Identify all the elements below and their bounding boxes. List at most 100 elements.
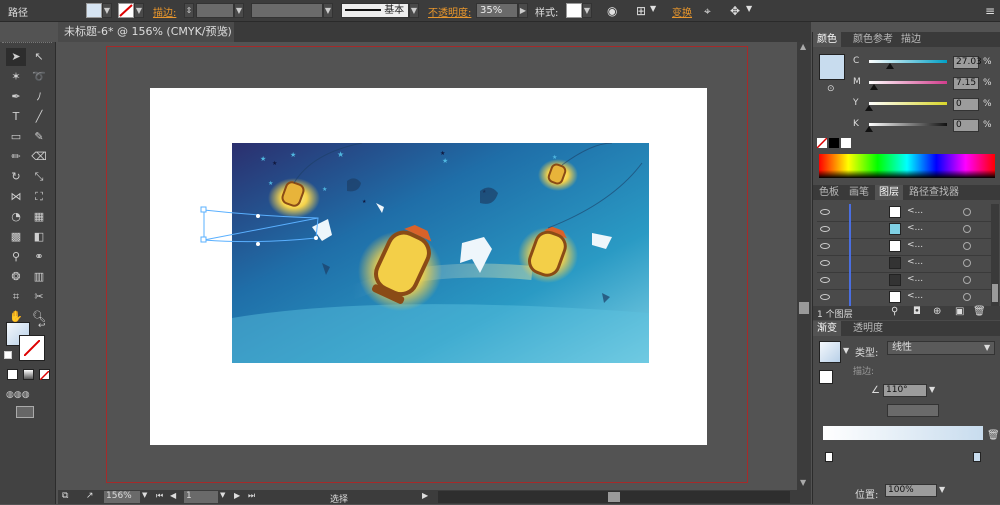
recolor-icon[interactable]: ◉ [607, 4, 617, 18]
arrange-dropdown-icon[interactable]: ▼ [746, 4, 752, 13]
scale-tool-icon[interactable]: ⤡ [29, 168, 49, 186]
pen-tool-icon[interactable]: ✒ [6, 88, 26, 106]
tab-pathfinder[interactable]: 路径查找器 [905, 185, 963, 200]
tab-color-guide[interactable]: 颜色参考 [849, 32, 897, 47]
graphic-style-dropdown[interactable]: ▼ [582, 3, 592, 18]
opacity-dropdown[interactable]: ▶ [518, 3, 528, 18]
stroke-label[interactable]: 描边: [153, 4, 176, 19]
layer-row[interactable]: <... [817, 289, 995, 307]
channel-slider-knob[interactable] [870, 84, 879, 90]
tab-layers[interactable]: 图层 [875, 185, 903, 200]
opacity-label[interactable]: 不透明度: [428, 4, 471, 19]
angle-field[interactable]: 110° [883, 384, 927, 397]
panel-menu-icon[interactable]: ≡ [985, 4, 995, 18]
brush-style-field[interactable]: 基本 [341, 3, 409, 18]
align-icon[interactable]: ⊞ [636, 4, 646, 18]
fill-swatch[interactable] [86, 3, 102, 18]
blend-tool-icon[interactable]: ⚭ [29, 248, 49, 266]
layers-scroll-thumb[interactable] [992, 284, 998, 302]
target-circle-icon[interactable] [963, 293, 971, 301]
color-panel-fill-box[interactable] [819, 54, 845, 80]
channel-slider-track[interactable] [869, 81, 947, 84]
magic-wand-tool-icon[interactable]: ✶ [6, 68, 26, 86]
isolate-icon[interactable]: ⌖ [704, 4, 711, 19]
visibility-eye-icon[interactable] [820, 294, 830, 300]
gradient-annotator-icon[interactable] [198, 204, 338, 264]
draw-normal-icon[interactable]: ◍◍◍ [6, 386, 30, 404]
channel-slider-track[interactable] [869, 102, 947, 105]
free-transform-tool-icon[interactable]: ⛶ [29, 188, 49, 206]
share-icon[interactable]: ↗ [86, 491, 94, 501]
width-tool-icon[interactable]: ⋈ [6, 188, 26, 206]
out-of-gamut-icon[interactable]: ⊙ [827, 84, 835, 94]
new-sublayer-icon[interactable]: ⊕ [933, 306, 941, 317]
swap-fill-stroke-icon[interactable]: ↩ [38, 321, 46, 331]
line-tool-icon[interactable]: ╱ [29, 108, 49, 126]
align-dropdown-icon[interactable]: ▼ [650, 4, 656, 13]
prev-artboard-icon[interactable]: ◀ [170, 491, 176, 500]
horizontal-scrollbar[interactable] [438, 491, 790, 503]
zoom-field[interactable]: 156% [104, 491, 140, 503]
column-graph-tool-icon[interactable]: ▥ [29, 268, 49, 286]
stroke-swatch[interactable] [118, 3, 134, 18]
tab-stroke[interactable]: 描边 [897, 32, 925, 47]
stroke-weight-field[interactable] [196, 3, 234, 18]
document-tab[interactable]: 未标题-6* @ 156% (CMYK/预览) × [58, 22, 234, 42]
gradient-fill-preview[interactable] [819, 341, 841, 363]
arrange-icon[interactable]: ✥ [730, 4, 740, 18]
layers-scrollbar[interactable] [991, 204, 999, 306]
stroke-dropdown-arrow[interactable]: ▼ [134, 3, 144, 18]
color-spectrum[interactable] [819, 154, 995, 178]
layer-row[interactable]: <... [817, 204, 995, 222]
channel-value-field[interactable]: 0 [953, 119, 979, 132]
toolbar-grip[interactable] [2, 42, 52, 46]
rectangle-tool-icon[interactable]: ▭ [6, 128, 26, 146]
gradient-stop-start[interactable] [825, 452, 833, 462]
shape-builder-tool-icon[interactable]: ◔ [6, 208, 26, 226]
delete-stop-icon[interactable]: 🗑︎ [987, 430, 1000, 441]
locate-object-icon[interactable]: ⚲ [891, 306, 898, 317]
gradient-mode-icon[interactable] [23, 369, 34, 380]
vertical-scrollbar[interactable]: ▲ ▼ [797, 42, 811, 490]
slice-tool-icon[interactable]: ✂ [29, 288, 49, 306]
first-artboard-icon[interactable]: ⏮ [156, 491, 163, 501]
visibility-eye-icon[interactable] [820, 243, 830, 249]
delete-layer-icon[interactable]: 🗑︎ [973, 306, 986, 317]
variable-width-dropdown[interactable]: ▼ [323, 3, 333, 18]
none-color-icon[interactable] [816, 137, 828, 149]
gradient-tool-icon[interactable]: ◧ [29, 228, 49, 246]
visibility-eye-icon[interactable] [820, 277, 830, 283]
screen-mode-icon[interactable] [16, 406, 34, 418]
aspect-field[interactable] [887, 404, 939, 417]
gradient-type-dropdown-icon[interactable]: ▼ [984, 342, 990, 354]
brush-style-dropdown[interactable]: ▼ [409, 3, 419, 18]
canvas-area[interactable]: ★★ ★★ ★★ ★ ★★ ★★ [58, 42, 797, 490]
tab-color[interactable]: 颜色 [813, 32, 841, 47]
channel-slider-knob[interactable] [865, 126, 873, 132]
gradient-stop-end[interactable] [973, 452, 981, 462]
channel-value-field[interactable]: 27.03 [953, 56, 982, 69]
tab-transparency[interactable]: 透明度 [849, 321, 887, 336]
artboard-number-field[interactable]: 1 [184, 491, 218, 503]
channel-value-field[interactable]: 7.15 [953, 77, 979, 90]
channel-slider-knob[interactable] [886, 63, 895, 69]
opacity-field[interactable]: 35% [476, 3, 518, 18]
tab-swatches[interactable]: 色板 [815, 185, 843, 200]
target-circle-icon[interactable] [963, 259, 971, 267]
color-mode-icon[interactable] [7, 369, 18, 380]
channel-slider-track[interactable] [869, 123, 947, 126]
angle-dropdown-icon[interactable]: ▼ [929, 385, 935, 394]
variable-width-field[interactable] [251, 3, 323, 18]
none-mode-icon[interactable] [39, 369, 50, 381]
horizontal-scroll-thumb[interactable] [608, 492, 620, 502]
layer-row[interactable]: <... [817, 221, 995, 239]
rotate-tool-icon[interactable]: ↻ [6, 168, 26, 186]
gradient-preset-dropdown-icon[interactable]: ▼ [843, 346, 849, 355]
layer-row[interactable]: <... [817, 255, 995, 273]
scroll-down-icon[interactable]: ▼ [800, 478, 806, 487]
channel-slider-knob[interactable] [865, 105, 873, 111]
status-menu-icon[interactable]: ▶ [422, 491, 428, 500]
target-circle-icon[interactable] [963, 242, 971, 250]
stroke-weight-dropdown[interactable]: ▼ [234, 3, 244, 18]
channel-value-field[interactable]: 0 [953, 98, 979, 111]
